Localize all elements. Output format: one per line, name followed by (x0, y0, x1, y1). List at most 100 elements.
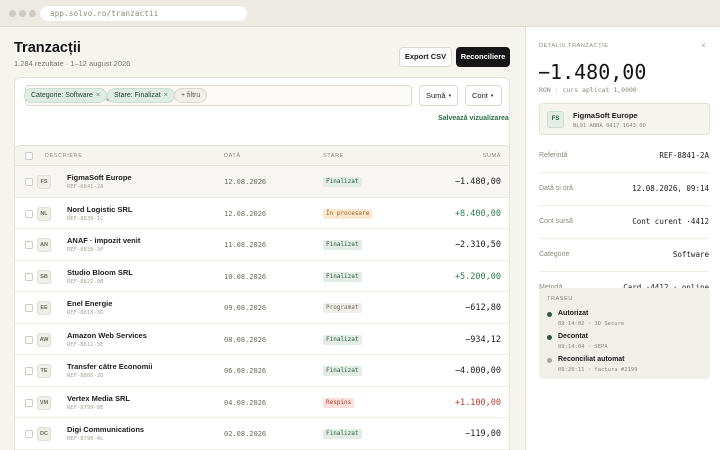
reference: REF-8790-4L (67, 436, 104, 442)
amount: +8.400,00 (454, 208, 501, 219)
reference: REF-8811-5E (67, 341, 104, 348)
export-csv-button[interactable]: Export CSV (399, 47, 452, 67)
date: 10.08.2026 (224, 272, 267, 281)
avatar: VM (37, 395, 51, 410)
status-badge: Respins (323, 397, 355, 408)
row-checkbox[interactable] (25, 272, 33, 281)
merchant-card: FS FigmaSoft Europe NL91 ABNA 0417 1643 … (539, 103, 710, 135)
amount: +1.100,00 (454, 397, 501, 408)
chevron-down-icon: ▾ (448, 93, 452, 99)
reference: REF-8818-3D (67, 310, 104, 316)
row-checkbox[interactable] (25, 304, 33, 312)
date: 12.08.2026 (224, 209, 267, 218)
page-subtitle: 1.284 rezultate · 1–12 august 2026 (14, 59, 131, 68)
chevron-down-icon: ▾ (490, 93, 494, 99)
window-maximize-dot[interactable] (29, 10, 36, 17)
row-checkbox[interactable] (25, 335, 33, 344)
filter-chip-category[interactable]: Categorie: Software × (24, 88, 107, 103)
payee-name: FigmaSoft Europe (67, 173, 132, 182)
payee-name: Transfer către Economii (67, 362, 153, 371)
payee-name: Enel Energie (67, 299, 113, 308)
detail-field: Referință REF-8841-2A (539, 140, 709, 173)
select-all-checkbox[interactable] (25, 152, 33, 160)
status-badge: Programat (323, 303, 362, 313)
step-meta: 09:14:04 · SEPA (558, 344, 608, 350)
table-row[interactable]: DC Digi Communications REF-8790-4L 02.08.20… (15, 418, 509, 450)
close-icon[interactable]: × (96, 92, 100, 99)
amount: −119,00 (465, 429, 501, 439)
date: 04.08.2026 (224, 398, 267, 407)
status-badge: Finalizat (323, 334, 362, 345)
field-key: Dată și oră (539, 185, 573, 192)
field-value: Cont curent ·4412 (632, 217, 709, 226)
detail-field: Dată și oră 12.08.2026, 09:14 (539, 173, 709, 206)
amount: −612,80 (465, 303, 501, 313)
row-checkbox[interactable] (25, 178, 33, 186)
status-badge: Finalizat (323, 429, 362, 439)
filter-chip-status[interactable]: Stare: Finalizat × (107, 88, 175, 103)
avatar: DC (37, 427, 51, 441)
row-checkbox[interactable] (25, 430, 33, 438)
date: 02.08.2026 (224, 430, 267, 438)
date: 12.08.2026 (224, 178, 267, 186)
close-icon[interactable]: × (164, 92, 168, 99)
table-row[interactable]: NL Nord Logistic SRL REF-8839-1C 12.08.2026… (15, 198, 509, 229)
amount: −1.480,00 (454, 177, 501, 187)
exchange-rate: RON · curs aplicat 1,0000 (539, 86, 637, 94)
avatar: EE (37, 301, 51, 315)
browser-bar: app.solvo.ro/tranzactii (0, 0, 720, 27)
table-row[interactable]: AW Amazon Web Services REF-8811-5E 08.08.20… (15, 324, 509, 355)
row-checkbox[interactable] (25, 209, 33, 218)
detail-panel: DETALIU TRANZACȚIE × −1.480,00 RON · cur… (525, 27, 720, 450)
reconcile-button[interactable]: Reconciliere (456, 47, 510, 67)
table-header: DESCRIERE DATĂ STARE SUMĂ (15, 146, 509, 166)
step-name: Reconciliat automat (558, 356, 625, 363)
avatar: AN (37, 238, 51, 252)
row-checkbox[interactable] (25, 241, 33, 249)
payee-name: Amazon Web Services (67, 330, 147, 340)
address-bar[interactable]: app.solvo.ro/tranzactii (40, 6, 247, 21)
payee-name: Digi Communications (67, 425, 145, 434)
date: 06.08.2026 (224, 367, 267, 375)
step-meta: 09:14:02 · 3D Secure (558, 321, 625, 327)
table-row[interactable]: VM Vertex Media SRL REF-8799-8E 04.08.2026 R… (15, 387, 509, 418)
column-amount[interactable]: SUMĂ (483, 153, 501, 159)
account-dropdown[interactable]: Cont ▾ (465, 85, 502, 106)
close-icon[interactable]: × (701, 41, 706, 50)
row-checkbox[interactable] (25, 398, 33, 407)
status-dot-icon (547, 335, 552, 340)
sum-dropdown[interactable]: Sumă ▾ (419, 85, 458, 106)
table-row[interactable]: FS FigmaSoft Europe REF-8841-2A 12.08.2026 F… (15, 166, 509, 198)
window-minimize-dot[interactable] (19, 10, 26, 17)
step-name: Decontat (558, 333, 588, 340)
avatar: SB (37, 269, 51, 284)
trace-label: TRASEU (547, 296, 573, 302)
filter-chip-label: Stare: Finalizat (114, 92, 161, 99)
status-badge: Finalizat (323, 271, 362, 282)
date: 11.08.2026 (224, 241, 267, 249)
date: 08.08.2026 (224, 335, 267, 344)
avatar: FS (37, 175, 51, 189)
column-date[interactable]: DATĂ (224, 153, 241, 159)
save-view-link[interactable]: Salvează vizualizarea (438, 115, 509, 122)
payee-name: Vertex Media SRL (67, 393, 130, 403)
table-row[interactable]: SB Studio Bloom SRL REF-8822-9B 10.08.2026 F… (15, 261, 509, 292)
transactions-table: DESCRIERE DATĂ STARE SUMĂ FS FigmaSoft Eu… (14, 145, 510, 450)
window-close-dot[interactable] (9, 10, 16, 17)
reference: REF-8806-2D (67, 373, 104, 379)
step-name: Autorizat (558, 310, 589, 317)
column-description[interactable]: DESCRIERE (45, 153, 83, 159)
add-filter-button[interactable]: + filtru (174, 88, 208, 103)
table-row[interactable]: EE Enel Energie REF-8818-3D 09.08.2026 Progr… (15, 292, 509, 324)
row-checkbox[interactable] (25, 367, 33, 375)
table-row[interactable]: AN ANAF · impozit venit REF-8838-3F 11.08.2… (15, 229, 509, 261)
status-badge: Finalizat (323, 366, 362, 376)
status-badge: Finalizat (323, 177, 362, 187)
filter-chip-label: Categorie: Software (31, 92, 93, 99)
account-dropdown-label: Cont (472, 91, 488, 100)
payee-name: Studio Bloom SRL (67, 267, 133, 277)
table-row[interactable]: TE Transfer către Economii REF-8806-2D 06.0… (15, 355, 509, 387)
column-status[interactable]: STARE (323, 153, 344, 159)
amount: +5.200,00 (454, 271, 501, 282)
amount: −2.310,50 (454, 240, 501, 250)
